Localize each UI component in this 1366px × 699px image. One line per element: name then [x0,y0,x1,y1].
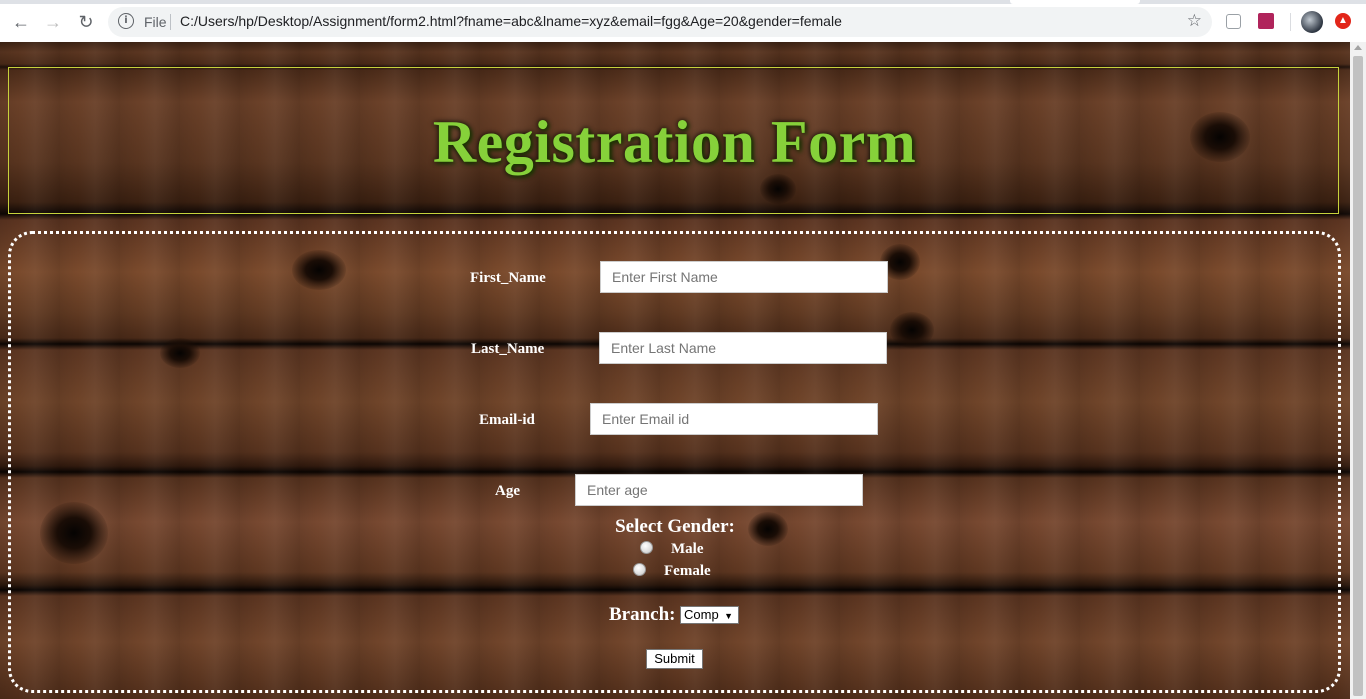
update-icon[interactable]: ▲ [1335,13,1351,29]
branch-label: Branch: [609,604,676,625]
first-name-input[interactable] [600,261,888,293]
age-label: Age [495,483,520,499]
profile-avatar[interactable] [1301,11,1323,33]
scrollbar-thumb[interactable] [1353,56,1363,696]
gender-female-radio[interactable] [633,563,646,576]
branch-select[interactable]: Comp ▼ [680,606,739,624]
branch-selected-value: Comp [684,607,719,622]
gender-male-label: Male [671,541,704,557]
address-bar[interactable]: i File C:/Users/hp/Desktop/Assignment/fo… [108,7,1212,37]
active-tab[interactable] [1010,0,1140,4]
url-scheme-label: File [144,14,167,30]
last-name-input[interactable] [599,332,887,364]
extension-icon[interactable] [1258,13,1274,29]
email-input[interactable] [590,403,878,435]
gender-title: Select Gender: [615,516,735,537]
email-label: Email-id [479,412,535,428]
first-name-label: First_Name [470,270,546,286]
browser-toolbar: ← → ↻ i File C:/Users/hp/Desktop/Assignm… [0,0,1366,43]
vertical-scrollbar[interactable] [1350,42,1366,699]
gender-male-radio[interactable] [640,541,653,554]
back-arrow-icon[interactable]: ← [9,10,33,34]
reload-icon[interactable]: ↻ [74,10,98,34]
last-name-label: Last_Name [471,341,545,357]
info-icon[interactable]: i [118,13,134,29]
header-section: Registration Form [8,67,1339,214]
gender-female-label: Female [664,563,711,579]
scroll-up-arrow-icon[interactable] [1354,45,1362,50]
forward-arrow-icon[interactable]: → [41,10,65,34]
dropdown-arrow-icon: ▼ [724,611,733,621]
submit-button[interactable]: Submit [646,649,703,669]
page-title: Registration Form [432,109,917,175]
extension-pocket-icon[interactable] [1226,14,1241,29]
page-content: Registration Form [0,42,1350,699]
tab-strip [0,0,1366,4]
age-input[interactable] [575,474,863,506]
bookmark-star-icon[interactable]: ☆ [1187,11,1202,31]
url-text[interactable]: C:/Users/hp/Desktop/Assignment/form2.htm… [180,13,842,29]
